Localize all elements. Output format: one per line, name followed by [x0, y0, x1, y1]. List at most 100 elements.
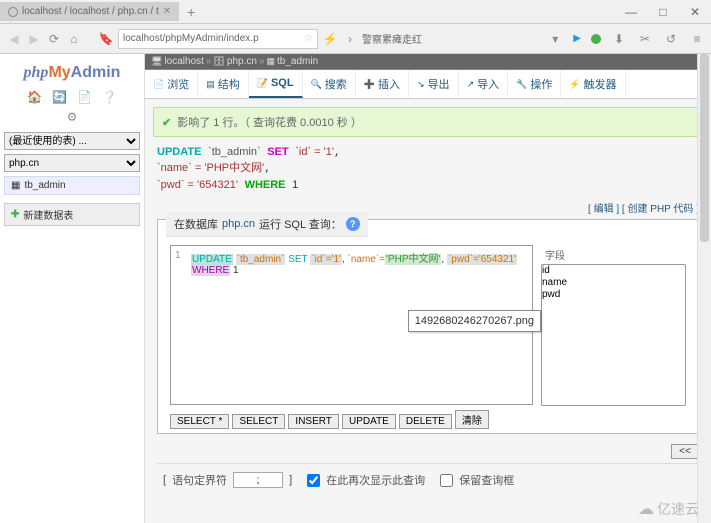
sql-tab-icon: 📝 [257, 78, 268, 89]
bottom-options: [ 语句定界符 ] 在此再次显示此查询 保留查询框 [163, 472, 693, 488]
check-icon: ✔ [162, 116, 171, 129]
bc-server[interactable]: 🖥localhost [151, 56, 204, 67]
url-bar: ◀ ▶ ⟳ ⌂ 🔖 localhost/phpMyAdmin/index.p ☆… [0, 24, 711, 54]
tab-export[interactable]: ↘导出 [409, 70, 459, 98]
sql-display: UPDATE `tb_admin` SET `id` = '1', `name`… [157, 145, 699, 194]
vertical-scrollbar[interactable] [697, 54, 711, 523]
sidebar-quick-icons: 🏠 🔄 📄 ❔ [4, 90, 140, 104]
tab-title: localhost / localhost / php.cn / t [22, 6, 159, 17]
new-table-button[interactable]: ✚ 新建数据表 [4, 203, 140, 226]
restore-icon[interactable]: ↺ [663, 31, 679, 47]
delete-button[interactable]: DELETE [399, 414, 452, 429]
tab-sql[interactable]: 📝SQL [249, 70, 303, 98]
download-icon[interactable]: ⬇ [611, 31, 627, 47]
sidebar-table-item[interactable]: ▦ tb_admin [4, 176, 140, 195]
query-box-header: 在数据库 php.cn 运行 SQL 查询： ? [166, 212, 368, 237]
tab-search[interactable]: 🔍搜索 [303, 70, 356, 98]
new-tab-button[interactable]: + [179, 2, 203, 22]
import-icon: ↗ [467, 79, 475, 90]
tab-browse[interactable]: 📄浏览 [145, 70, 198, 98]
chevron-right-icon: › [342, 31, 358, 47]
server-icon: 🖥 [151, 56, 162, 67]
structure-icon: ▤ [206, 79, 215, 90]
tab-insert[interactable]: ➕插入 [356, 70, 409, 98]
browser-titlebar: localhost / localhost / php.cn / t ✕ + —… [0, 0, 711, 24]
bc-table[interactable]: ▦tb_admin [267, 56, 319, 67]
window-maximize[interactable]: □ [647, 0, 679, 23]
back-icon[interactable]: ◀ [6, 31, 22, 47]
edit-link[interactable]: 编辑 [594, 204, 614, 215]
plus-icon: ✚ [11, 209, 19, 220]
breadcrumb: 🖥localhost » 🗄php.cn » ▦tb_admin [145, 54, 711, 70]
window-minimize[interactable]: — [615, 0, 647, 23]
lightning-icon[interactable]: ⚡ [322, 31, 338, 47]
divider [157, 463, 699, 464]
scroll-left-button[interactable]: << [671, 444, 699, 459]
database-select[interactable]: php.cn [4, 154, 140, 172]
delimiter-input[interactable] [233, 472, 283, 488]
update-button[interactable]: UPDATE [342, 414, 396, 429]
play-icon[interactable]: ▶ [573, 33, 581, 44]
bc-database[interactable]: 🗄php.cn [213, 56, 256, 67]
columns-list[interactable]: id name pwd [541, 264, 686, 406]
help-icon[interactable]: ? [346, 217, 360, 231]
home-icon[interactable]: ⌂ [66, 31, 82, 47]
show-query-checkbox[interactable] [307, 474, 320, 487]
dropdown-icon[interactable]: ▾ [547, 31, 563, 47]
filename-overlay: 1492680246270267.png [408, 310, 541, 332]
window-controls: — □ ✕ [615, 0, 711, 23]
sidebar: phpMyAdmin 🏠 🔄 📄 ❔ ⚙ (最近使用的表) ... php.cn… [0, 54, 145, 523]
scrollbar-thumb[interactable] [700, 54, 709, 242]
tag-icon[interactable]: 🔖 [98, 31, 114, 47]
watermark: ☁ 亿速云 [638, 499, 699, 519]
sql-buttons: SELECT * SELECT INSERT UPDATE DELETE 清除 [170, 410, 686, 429]
success-message: ✔ 影响了 1 行。（ 查询花费 0.0010 秒 ） [153, 107, 703, 137]
forward-icon[interactable]: ▶ [26, 31, 42, 47]
refresh-icon[interactable]: ⟳ [46, 31, 62, 47]
select-button[interactable]: SELECT [232, 414, 285, 429]
globe-icon [8, 7, 18, 17]
content-area: 🖥localhost » 🗄php.cn » ▦tb_admin 📄浏览 ▤结构… [145, 54, 711, 523]
toolbar-right: ▾ ▶ ⬇ ✂ ↺ ≡ [547, 31, 705, 47]
create-php-link[interactable]: 创建 PHP 代码 [628, 204, 694, 215]
url-text: localhost/phpMyAdmin/index.p [123, 33, 259, 44]
table-icon: ▦ [11, 180, 20, 191]
tab-triggers[interactable]: ⚡触发器 [561, 70, 625, 98]
db-icon: 🗄 [213, 56, 224, 67]
home-icon[interactable]: 🏠 [27, 90, 42, 104]
columns-heading: 字段 [541, 245, 686, 264]
operations-icon: 🔧 [516, 79, 527, 90]
retain-box-checkbox[interactable] [440, 474, 453, 487]
tab-operations[interactable]: 🔧操作 [508, 70, 561, 98]
wechat-icon[interactable] [591, 34, 601, 44]
browser-tabs: localhost / localhost / php.cn / t ✕ + [0, 0, 203, 23]
browse-icon: 📄 [153, 79, 164, 90]
settings-icon[interactable]: ⚙ [4, 110, 140, 124]
insert-button[interactable]: INSERT [288, 414, 339, 429]
table-icon: ▦ [267, 56, 276, 67]
clear-button[interactable]: 清除 [455, 410, 489, 429]
extension-text[interactable]: 警察累瘫走红 [362, 31, 422, 46]
window-close[interactable]: ✕ [679, 0, 711, 23]
cut-icon[interactable]: ✂ [637, 31, 653, 47]
content-tabs: 📄浏览 ▤结构 📝SQL 🔍搜索 ➕插入 ↘导出 ↗导入 🔧操作 ⚡触发器 [145, 70, 711, 99]
columns-panel: 字段 id name pwd [541, 245, 686, 406]
cloud-icon: ☁ [638, 499, 654, 519]
tab-import[interactable]: ↗导入 [459, 70, 509, 98]
menu-icon[interactable]: ≡ [689, 31, 705, 47]
browser-tab[interactable]: localhost / localhost / php.cn / t ✕ [0, 2, 179, 21]
close-tab-icon[interactable]: ✕ [163, 6, 171, 17]
logout-icon[interactable]: 🔄 [52, 90, 67, 104]
main-area: phpMyAdmin 🏠 🔄 📄 ❔ ⚙ (最近使用的表) ... php.cn… [0, 54, 711, 523]
export-icon: ↘ [417, 79, 425, 90]
docs-icon[interactable]: ❔ [102, 90, 117, 104]
recent-tables-select[interactable]: (最近使用的表) ... [4, 132, 140, 150]
tab-structure[interactable]: ▤结构 [198, 70, 249, 98]
phpmyadmin-logo: phpMyAdmin [4, 64, 140, 82]
select-star-button[interactable]: SELECT * [170, 414, 229, 429]
bookmark-icon[interactable]: ☆ [304, 33, 313, 44]
search-icon: 🔍 [311, 79, 322, 90]
triggers-icon: ⚡ [569, 79, 580, 90]
url-input[interactable]: localhost/phpMyAdmin/index.p ☆ [118, 29, 318, 49]
sql-icon[interactable]: 📄 [77, 90, 92, 104]
